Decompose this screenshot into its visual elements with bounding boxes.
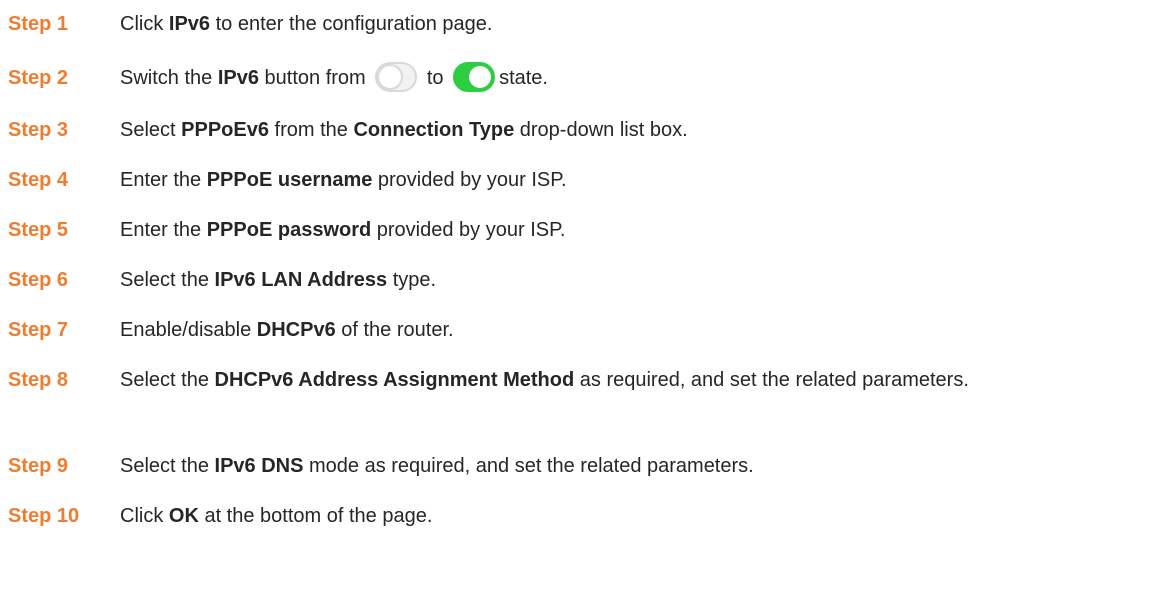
step-text: Select the IPv6 DNS mode as required, an… [120, 455, 754, 477]
step-text: Select the IPv6 LAN Address type. [120, 269, 437, 291]
step-label: Step 3 [8, 119, 69, 141]
step-label: Step 5 [8, 219, 69, 241]
step-label: Step 9 [8, 455, 69, 477]
step-label: Step 4 [8, 169, 69, 191]
step-label: Step 1 [8, 13, 69, 35]
step-text: Enable/disable DHCPv6 of the router. [120, 319, 454, 341]
toggle-off-icon [375, 62, 418, 92]
toggle-on-icon [453, 62, 496, 92]
step-text: Select the DHCPv6 Address Assignment Met… [120, 369, 969, 391]
step-label: Step 6 [8, 269, 69, 291]
step-text: Click OK at the bottom of the page. [120, 505, 433, 527]
step-label: Step 2 [8, 67, 69, 89]
step-text: Enter the PPPoE password provided by you… [120, 219, 566, 241]
step-text: Select PPPoEv6 from the Connection Type … [120, 119, 688, 141]
step-text: Enter the PPPoE username provided by you… [120, 169, 567, 191]
step-label: Step 7 [8, 319, 69, 341]
step-label: Step 8 [8, 369, 69, 391]
step-text: Click IPv6 to enter the configuration pa… [120, 13, 493, 35]
step-label: Step 10 [8, 505, 80, 527]
step-text: Switch the IPv6 button from to state. [120, 61, 1160, 95]
